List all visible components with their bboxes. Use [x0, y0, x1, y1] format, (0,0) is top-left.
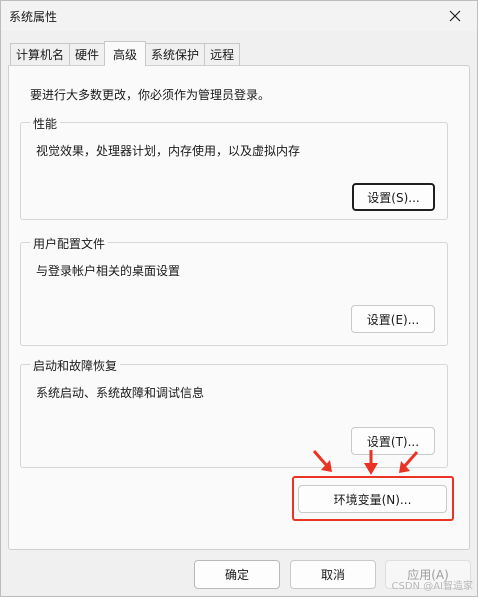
system-properties-window: 系统属性 计算机名 硬件 高级 系统保护 远程 要进行大多数更改，你必须作为管理… — [0, 0, 478, 597]
admin-note: 要进行大多数更改，你必须作为管理员登录。 — [30, 88, 271, 102]
tab-advanced[interactable]: 高级 — [104, 41, 147, 66]
arrow-down-left-icon — [399, 451, 419, 473]
performance-group-title: 性能 — [30, 115, 61, 132]
arrow-down-icon — [364, 450, 378, 475]
window-title: 系统属性 — [9, 10, 58, 24]
performance-settings-button[interactable]: 设置(S)... — [352, 183, 435, 211]
highlight-box — [292, 476, 454, 521]
performance-description: 视觉效果，处理器计划，内存使用，以及虚拟内存 — [36, 144, 301, 158]
user-profiles-group-title: 用户配置文件 — [30, 235, 109, 252]
tab-remote[interactable]: 远程 — [204, 43, 241, 65]
tab-computer-name[interactable]: 计算机名 — [10, 43, 71, 65]
user-profiles-settings-button[interactable]: 设置(E)... — [351, 305, 435, 333]
arrow-down-right-icon — [312, 450, 332, 472]
startup-recovery-group: 启动和故障恢复 系统启动、系统故障和调试信息 设置(T)... — [20, 357, 448, 468]
ok-button[interactable]: 确定 — [194, 560, 280, 589]
startup-recovery-group-title: 启动和故障恢复 — [30, 357, 121, 374]
startup-recovery-description: 系统启动、系统故障和调试信息 — [36, 386, 205, 400]
user-profiles-description: 与登录帐户相关的桌面设置 — [36, 264, 181, 278]
performance-group: 性能 视觉效果，处理器计划，内存使用，以及虚拟内存 设置(S)... — [20, 115, 448, 220]
watermark: CSDN @AI智造家 — [391, 581, 473, 592]
tab-hardware[interactable]: 硬件 — [69, 43, 106, 65]
close-button[interactable] — [433, 1, 477, 31]
tab-system-protection[interactable]: 系统保护 — [145, 43, 206, 65]
tab-strip: 计算机名 硬件 高级 系统保护 远程 — [10, 41, 241, 66]
title-bar: 系统属性 — [1, 1, 477, 31]
cancel-button[interactable]: 取消 — [290, 560, 376, 589]
close-icon — [449, 10, 461, 22]
user-profiles-group: 用户配置文件 与登录帐户相关的桌面设置 设置(E)... — [20, 235, 448, 346]
